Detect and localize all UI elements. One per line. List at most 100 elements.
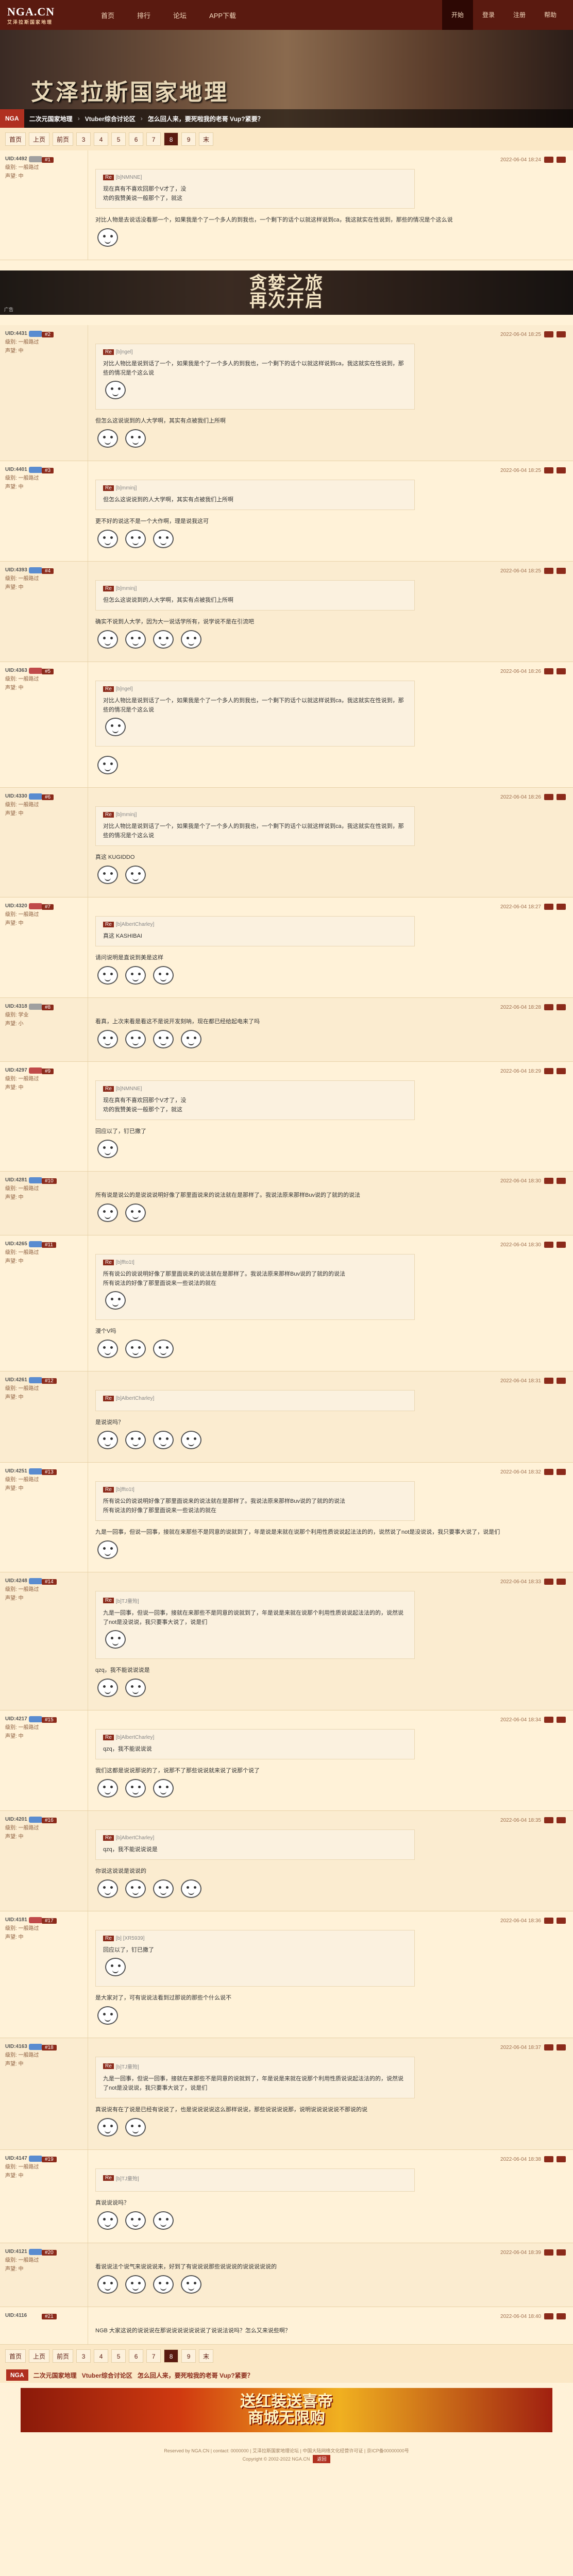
start-button[interactable]: 开始 bbox=[442, 0, 473, 30]
user-id[interactable]: UID:4393 bbox=[5, 566, 27, 574]
reply-button[interactable] bbox=[544, 568, 553, 574]
user-id[interactable]: UID:4251 bbox=[5, 1467, 27, 1476]
reply-button[interactable] bbox=[544, 2249, 553, 2256]
reply-button[interactable] bbox=[544, 794, 553, 800]
page-link[interactable]: 5 bbox=[111, 132, 126, 146]
quote-user[interactable]: [b]ffto1t] bbox=[116, 1260, 134, 1265]
reply-button[interactable] bbox=[544, 2313, 553, 2319]
reply-button[interactable] bbox=[544, 1178, 553, 1184]
page-link[interactable]: 4 bbox=[94, 132, 109, 146]
reply-button[interactable] bbox=[544, 1068, 553, 1074]
more-button[interactable] bbox=[557, 668, 566, 674]
reply-button[interactable] bbox=[544, 1242, 553, 1248]
page-link[interactable]: 6 bbox=[129, 132, 144, 146]
page-link[interactable]: 3 bbox=[76, 2349, 91, 2363]
reply-button[interactable] bbox=[544, 1717, 553, 1723]
user-id[interactable]: UID:4431 bbox=[5, 329, 27, 338]
reply-button[interactable] bbox=[544, 331, 553, 337]
user-id[interactable]: UID:4201 bbox=[5, 1815, 27, 1824]
page-link[interactable]: 末 bbox=[199, 132, 214, 146]
mid-ad-banner[interactable]: 贪婪之旅 再次开启 广告 bbox=[0, 270, 573, 315]
user-id[interactable]: UID:4281 bbox=[5, 1176, 27, 1184]
more-button[interactable] bbox=[557, 1579, 566, 1585]
breadcrumb-item[interactable]: 怎么回人来，要死啦我的老哥 Vup?紧要？ bbox=[143, 114, 269, 123]
page-link[interactable]: 7 bbox=[146, 132, 161, 146]
reply-button[interactable] bbox=[544, 668, 553, 674]
more-button[interactable] bbox=[557, 1242, 566, 1248]
quote-user[interactable]: [b]AlbertCharley] bbox=[116, 1835, 154, 1841]
nav-forum[interactable]: 论坛 bbox=[162, 10, 198, 20]
more-button[interactable] bbox=[557, 2156, 566, 2162]
nav-app[interactable]: APP下载 bbox=[198, 10, 247, 20]
breadcrumb-item[interactable]: 二次元国家地理 bbox=[33, 2371, 77, 2380]
more-button[interactable] bbox=[557, 2044, 566, 2050]
more-button[interactable] bbox=[557, 1378, 566, 1384]
quote-user[interactable]: [b]mminj] bbox=[116, 586, 137, 591]
reply-button[interactable] bbox=[544, 157, 553, 163]
more-button[interactable] bbox=[557, 2249, 566, 2256]
reply-button[interactable] bbox=[544, 2156, 553, 2162]
user-id[interactable]: UID:4330 bbox=[5, 792, 27, 801]
user-id[interactable]: UID:4492 bbox=[5, 155, 27, 163]
more-button[interactable] bbox=[557, 904, 566, 910]
user-id[interactable]: UID:4265 bbox=[5, 1240, 27, 1248]
page-link[interactable]: 5 bbox=[111, 2349, 126, 2363]
page-link[interactable]: 8 bbox=[164, 132, 179, 146]
reply-button[interactable] bbox=[544, 1469, 553, 1475]
page-link[interactable]: 上页 bbox=[29, 132, 50, 146]
quote-user[interactable]: [b]TJ童殆] bbox=[116, 2062, 139, 2070]
help-button[interactable]: 帮助 bbox=[535, 0, 566, 30]
quote-user[interactable]: [b]AlbertCharley] bbox=[116, 1396, 154, 1401]
page-link[interactable]: 前页 bbox=[53, 2349, 74, 2363]
more-button[interactable] bbox=[557, 1918, 566, 1924]
more-button[interactable] bbox=[557, 1469, 566, 1475]
user-id[interactable]: UID:4320 bbox=[5, 902, 27, 910]
quote-user[interactable]: [b]AlbertCharley] bbox=[116, 1735, 154, 1740]
user-id[interactable]: UID:4297 bbox=[5, 1066, 27, 1075]
breadcrumb-tag[interactable]: NGA bbox=[6, 2369, 28, 2381]
more-button[interactable] bbox=[557, 794, 566, 800]
breadcrumb-item[interactable]: Vtuber综合讨论区 bbox=[82, 2371, 132, 2380]
more-button[interactable] bbox=[557, 331, 566, 337]
page-link[interactable]: 首页 bbox=[5, 2349, 26, 2363]
page-link[interactable]: 9 bbox=[181, 2349, 196, 2363]
quote-user[interactable]: [b] [XR5939] bbox=[116, 1936, 145, 1941]
user-id[interactable]: UID:4248 bbox=[5, 1577, 27, 1585]
breadcrumb-item[interactable]: 怎么回人来，要死啦我的老哥 Vup?紧要？ bbox=[138, 2371, 254, 2380]
more-button[interactable] bbox=[557, 157, 566, 163]
more-button[interactable] bbox=[557, 2313, 566, 2319]
quote-user[interactable]: [b]TJ童殆] bbox=[116, 1597, 139, 1604]
page-link[interactable]: 7 bbox=[146, 2349, 161, 2363]
page-link[interactable]: 3 bbox=[76, 132, 91, 146]
login-button[interactable]: 登录 bbox=[473, 0, 504, 30]
user-id[interactable]: UID:4163 bbox=[5, 2042, 27, 2051]
reply-button[interactable] bbox=[544, 904, 553, 910]
quote-user[interactable]: [b]ffto1t] bbox=[116, 1487, 134, 1493]
site-logo[interactable]: NGA.CN 艾泽拉斯国家地理 bbox=[7, 4, 69, 26]
quote-user[interactable]: [b]ngel] bbox=[116, 686, 133, 692]
reply-button[interactable] bbox=[544, 1918, 553, 1924]
quote-user[interactable]: [b]TJ童殆] bbox=[116, 2174, 139, 2182]
reply-button[interactable] bbox=[544, 1004, 553, 1010]
page-link[interactable]: 8 bbox=[164, 2349, 179, 2363]
page-link[interactable]: 前页 bbox=[53, 132, 74, 146]
user-id[interactable]: UID:4363 bbox=[5, 666, 27, 675]
more-button[interactable] bbox=[557, 1068, 566, 1074]
quote-user[interactable]: [b]ngel] bbox=[116, 349, 133, 355]
reply-button[interactable] bbox=[544, 1378, 553, 1384]
user-id[interactable]: UID:4147 bbox=[5, 2154, 27, 2163]
quote-user[interactable]: [b]NMNNE] bbox=[116, 1086, 142, 1092]
nav-home[interactable]: 首页 bbox=[90, 10, 126, 20]
more-button[interactable] bbox=[557, 568, 566, 574]
quote-user[interactable]: [b]NMNNE] bbox=[116, 175, 142, 180]
breadcrumb-item[interactable]: Vtuber综合讨论区 bbox=[80, 114, 141, 123]
more-button[interactable] bbox=[557, 1004, 566, 1010]
page-link[interactable]: 6 bbox=[129, 2349, 144, 2363]
reply-button[interactable] bbox=[544, 1817, 553, 1823]
more-button[interactable] bbox=[557, 467, 566, 473]
bottom-ad-banner[interactable]: 送红装送喜帝 商城无限购 bbox=[21, 2388, 552, 2432]
reply-button[interactable] bbox=[544, 1579, 553, 1585]
page-link[interactable]: 上页 bbox=[29, 2349, 50, 2363]
quote-user[interactable]: [b]mminj] bbox=[116, 485, 137, 491]
breadcrumb-tag[interactable]: NGA bbox=[0, 109, 24, 128]
